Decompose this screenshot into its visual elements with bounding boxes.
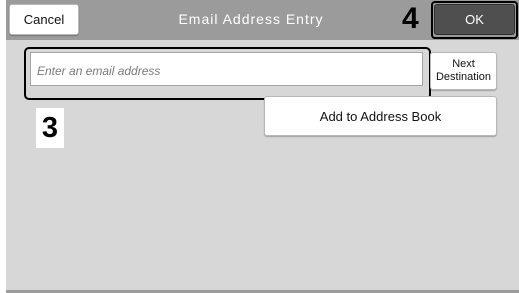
callout-number-ok: 4: [402, 2, 419, 35]
callout-number-input: 3: [36, 108, 64, 148]
next-destination-label-line1: Next: [452, 58, 475, 70]
next-destination-button[interactable]: Next Destination: [430, 52, 497, 90]
next-destination-label-line2: Destination: [435, 71, 492, 83]
cancel-button[interactable]: Cancel: [9, 4, 79, 35]
top-bar: Cancel Email Address Entry OK: [6, 0, 519, 40]
email-entry-screen: Cancel Email Address Entry OK 4 Next Des…: [6, 0, 519, 293]
screen-title: Email Address Entry: [178, 11, 324, 27]
email-address-input[interactable]: [31, 53, 422, 85]
email-field-container: [30, 52, 423, 86]
ok-button[interactable]: OK: [434, 4, 515, 35]
add-to-address-book-button[interactable]: Add to Address Book: [264, 96, 497, 136]
